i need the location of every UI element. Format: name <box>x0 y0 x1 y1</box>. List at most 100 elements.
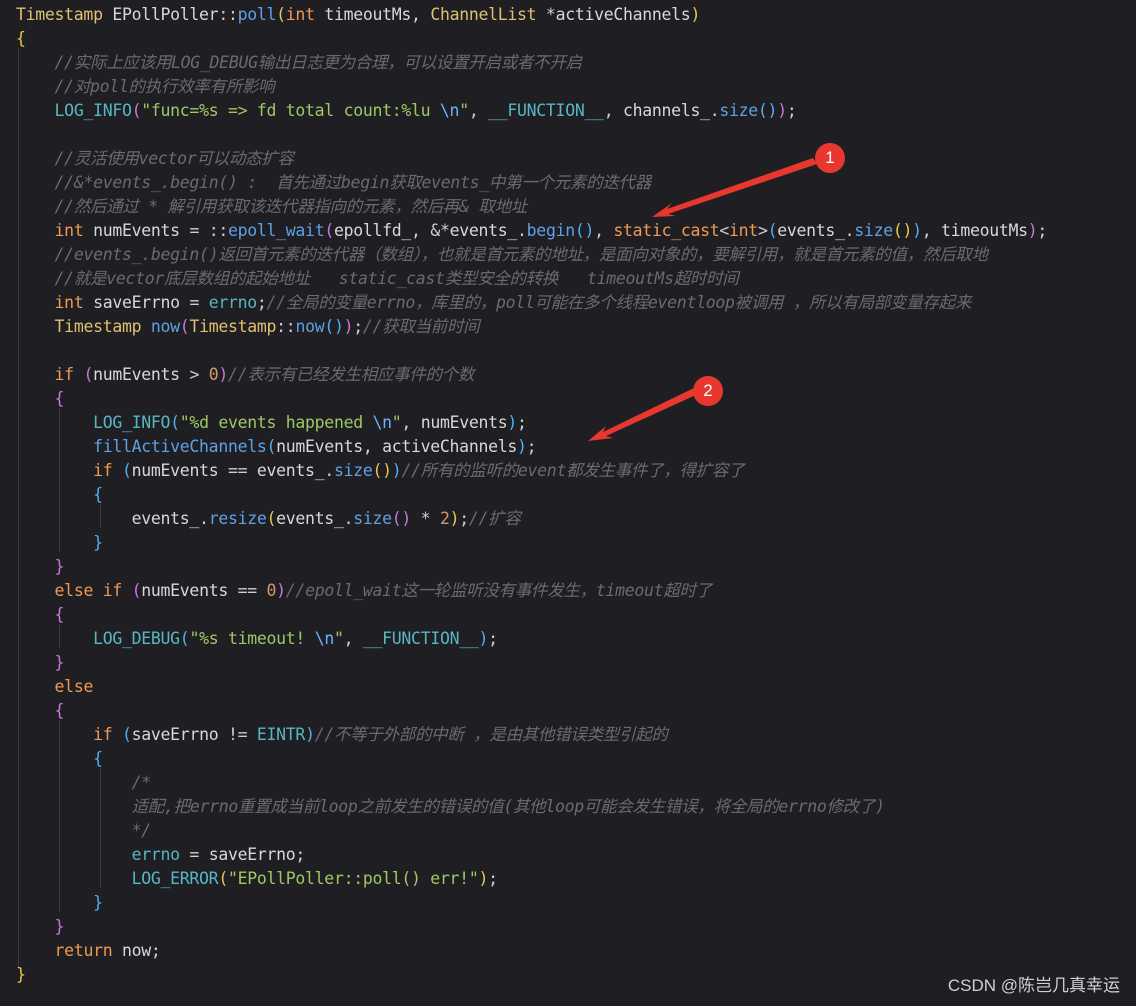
code-token: channels_ <box>623 101 710 120</box>
code-token: 适配,把errno重置成当前loop之前发生的错误的值(其他loop可能会发生错… <box>131 797 885 816</box>
code-line[interactable]: } <box>16 891 103 915</box>
code-token: activeChannels <box>555 5 691 24</box>
code-token: > <box>757 221 768 240</box>
code-token: " <box>333 629 344 648</box>
arrow-1 <box>652 158 817 217</box>
code-line[interactable]: } <box>16 555 65 579</box>
code-line[interactable]: if (numEvents == events_.size())//所有的监听的… <box>16 459 745 483</box>
code-token: } <box>16 965 26 984</box>
code-line[interactable]: errno = saveErrno; <box>16 843 306 867</box>
code-token: //不等于外部的中断 ，是由其他错误类型引起的 <box>314 725 668 744</box>
code-line[interactable]: */ <box>16 819 152 843</box>
code-token: ( <box>131 581 142 600</box>
code-token: , &* <box>411 221 450 240</box>
code-line[interactable]: fillActiveChannels(numEvents, activeChan… <box>16 435 536 459</box>
code-line[interactable]: int numEvents = ::epoll_wait(epollfd_, &… <box>16 219 1048 243</box>
code-token: epollfd_ <box>333 221 412 240</box>
code-line[interactable]: //然后通过 * 解引用获取该迭代器指向的元素，然后再& 取地址 <box>16 195 528 219</box>
code-token: //对poll的执行效率有所影响 <box>54 77 275 96</box>
code-token: now <box>150 317 180 336</box>
code-token: "func=%s => fd total count:%lu <box>141 101 440 120</box>
code-token: size <box>854 221 893 240</box>
code-line[interactable]: { <box>16 27 26 51</box>
code-token: { <box>54 701 65 720</box>
code-line[interactable]: { <box>16 699 65 723</box>
code-line[interactable]: 适配,把errno重置成当前loop之前发生的错误的值(其他loop可能会发生错… <box>16 795 885 819</box>
code-token: resize <box>208 509 267 528</box>
code-line[interactable]: /* <box>16 771 152 795</box>
code-token: numEvents <box>131 461 228 480</box>
code-line[interactable]: //&*events_.begin() : 首先通过begin获取events_… <box>16 171 652 195</box>
code-line[interactable]: { <box>16 747 103 771</box>
code-token: __FUNCTION__ <box>362 629 479 648</box>
code-line[interactable]: return now; <box>16 939 161 963</box>
code-token: ; <box>459 509 469 528</box>
code-token: //就是vector底层数组的起始地址 static_cast类型安全的转换 t… <box>54 269 739 288</box>
code-line[interactable]: int saveErrno = errno;//全局的变量errno，库里的，p… <box>16 291 972 315</box>
code-line[interactable]: LOG_ERROR("EPollPoller::poll() err!"); <box>16 867 498 891</box>
code-token: LOG_DEBUG <box>93 629 180 648</box>
code-token: { <box>54 389 65 408</box>
code-token: :: <box>218 5 238 24</box>
code-line[interactable]: //就是vector底层数组的起始地址 static_cast类型安全的转换 t… <box>16 267 739 291</box>
code-line[interactable]: } <box>16 531 103 555</box>
code-line[interactable]: { <box>16 483 103 507</box>
code-token: = :: <box>189 221 228 240</box>
code-token: \n <box>372 413 392 432</box>
code-line[interactable]: LOG_INFO("%d events happened \n", numEve… <box>16 411 527 435</box>
code-line[interactable]: //events_.begin()返回首元素的迭代器（数组），也就是首元素的地址… <box>16 243 988 267</box>
code-line[interactable]: } <box>16 651 65 675</box>
code-token: /* <box>131 773 152 792</box>
code-line[interactable]: if (numEvents > 0)//表示有已经发生相应事件的个数 <box>16 363 475 387</box>
code-token: //&*events_.begin() : 首先通过begin获取events_… <box>54 173 652 192</box>
code-token: { <box>54 605 65 624</box>
code-token: numEvents <box>93 365 190 384</box>
code-editor[interactable]: Timestamp EPollPoller::poll(int timeoutM… <box>0 0 1136 1006</box>
code-line[interactable]: //实际上应该用LOG_DEBUG输出日志更为合理，可以设置开启或者不开启 <box>16 51 582 75</box>
code-line[interactable]: Timestamp EPollPoller::poll(int timeoutM… <box>16 3 700 27</box>
code-line[interactable]: } <box>16 963 26 987</box>
code-token: ( <box>83 365 94 384</box>
code-line[interactable]: { <box>16 387 65 411</box>
code-token: == <box>237 581 267 600</box>
code-token: 0 <box>208 365 219 384</box>
code-line[interactable]: LOG_INFO("func=%s => fd total count:%lu … <box>16 99 797 123</box>
code-line[interactable]: if (saveErrno != EINTR)//不等于外部的中断 ，是由其他错… <box>16 723 668 747</box>
code-token: ) <box>478 869 489 888</box>
code-token: now <box>112 941 151 960</box>
code-token: ; <box>488 629 498 648</box>
code-line[interactable]: else <box>16 675 94 699</box>
code-token: ( <box>266 437 277 456</box>
code-line[interactable]: { <box>16 603 65 627</box>
code-token: } <box>93 533 103 552</box>
code-token: } <box>54 557 65 576</box>
code-token: Timestamp <box>54 317 151 336</box>
code-token: > <box>189 365 209 384</box>
code-line[interactable]: else if (numEvents == 0)//epoll_wait这一轮监… <box>16 579 713 603</box>
code-token: //epoll_wait这一轮监听没有事件发生，timeout超时了 <box>285 581 712 600</box>
code-line[interactable]: //灵活使用vector可以动态扩容 <box>16 147 294 171</box>
code-line[interactable]: Timestamp now(Timestamp::now());//获取当前时间 <box>16 315 480 339</box>
code-line[interactable]: events_.resize(events_.size() * 2);//扩容 <box>16 507 521 531</box>
code-token: ( <box>324 221 334 240</box>
code-line[interactable]: //对poll的执行效率有所影响 <box>16 75 275 99</box>
code-token: LOG_INFO <box>93 413 171 432</box>
code-line[interactable]: LOG_DEBUG("%s timeout! \n", __FUNCTION__… <box>16 627 498 651</box>
code-token: numEvents, activeChannels <box>276 437 517 456</box>
code-line[interactable]: } <box>16 915 65 939</box>
code-token: errno <box>208 293 257 312</box>
code-token: ( <box>170 413 180 432</box>
code-token: __FUNCTION__ <box>488 101 604 120</box>
code-token: ) <box>478 629 489 648</box>
